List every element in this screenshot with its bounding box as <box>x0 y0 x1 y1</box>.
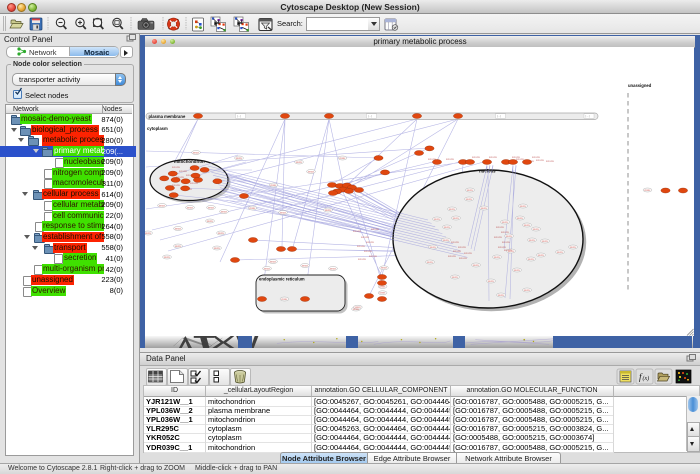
svg-text:xxxxx: xxxxx <box>473 264 480 267</box>
svg-text:xxx.xxx: xxx.xxx <box>366 241 375 244</box>
svg-text:xxx.xxx: xxx.xxx <box>501 231 510 234</box>
svg-text:xxx.xxx: xxx.xxx <box>361 236 370 239</box>
svg-text:xxxxx: xxxxx <box>427 261 434 264</box>
svg-text:xxxxx: xxxxx <box>520 205 527 208</box>
svg-text:xxx.xxx: xxx.xxx <box>179 170 188 173</box>
svg-text:xxxxx: xxxxx <box>644 189 651 192</box>
svg-text:xxx.xxx: xxx.xxx <box>472 156 481 159</box>
svg-text:xxxxx: xxxxx <box>379 292 386 295</box>
svg-text:xxx.xxx: xxx.xxx <box>448 255 457 258</box>
svg-text:[....]: [....] <box>237 115 241 118</box>
svg-text:xxx.xxx: xxx.xxx <box>459 257 468 260</box>
svg-text:endoplasmic reticulum: endoplasmic reticulum <box>259 277 305 282</box>
svg-text:xxxxx: xxxxx <box>449 208 456 211</box>
svg-text:xxxxx: xxxxx <box>528 258 535 261</box>
svg-text:xxx.xxx: xxx.xxx <box>489 156 498 159</box>
svg-text:xxx.xxx: xxx.xxx <box>172 166 181 169</box>
svg-text:xxx.xxx: xxx.xxx <box>546 160 555 163</box>
svg-text:xxxxx: xxxxx <box>467 189 474 192</box>
svg-text:xxxxx: xxxxx <box>488 280 495 283</box>
svg-text:xxxxx: xxxxx <box>296 161 303 164</box>
svg-text:xxxxx: xxxxx <box>159 204 166 207</box>
svg-text:xxxxx: xxxxx <box>308 170 315 173</box>
svg-text:xxx.xxx: xxx.xxx <box>357 245 366 248</box>
svg-text:xxxxx: xxxxx <box>529 239 536 242</box>
svg-text:xxxxx: xxxxx <box>466 198 473 201</box>
svg-text:xxxxx: xxxxx <box>187 206 194 209</box>
svg-text:xxxxx: xxxxx <box>498 294 505 297</box>
svg-text:xxxxx: xxxxx <box>218 232 225 235</box>
svg-text:xxx.xxx: xxx.xxx <box>532 156 541 159</box>
svg-text:xxx.xxx: xxx.xxx <box>358 258 367 261</box>
svg-text:xxxxx: xxxxx <box>453 217 460 220</box>
svg-text:plasma membrane: plasma membrane <box>149 114 186 119</box>
svg-text:[....]: [....] <box>368 115 372 118</box>
svg-text:xxx.xxx: xxx.xxx <box>364 250 373 253</box>
svg-text:xxxxx: xxxxx <box>452 276 459 279</box>
svg-text:xxxxx: xxxxx <box>214 247 221 250</box>
svg-text:xxxxx: xxxxx <box>381 267 388 270</box>
svg-text:xxx.xxx: xxx.xxx <box>512 156 521 159</box>
svg-text:xxx.xxx: xxx.xxx <box>502 241 511 244</box>
svg-text:xxxxx: xxxxx <box>517 217 524 220</box>
svg-text:xxxxx: xxxxx <box>145 232 152 235</box>
svg-text:xxxxx: xxxxx <box>557 251 564 254</box>
svg-text:cytoplasm: cytoplasm <box>147 126 168 131</box>
svg-text:xxxxx: xxxxx <box>481 207 488 210</box>
svg-text:xxxxx: xxxxx <box>270 184 277 187</box>
svg-text:xxxxx: xxxxx <box>379 285 386 288</box>
svg-text:xxxxx: xxxxx <box>506 235 513 238</box>
svg-text:xxxxx: xxxxx <box>533 228 540 231</box>
svg-text:xxxxx: xxxxx <box>330 267 337 270</box>
svg-text:xxxxx: xxxxx <box>302 264 309 267</box>
svg-text:xxx.xxx: xxx.xxx <box>451 241 460 244</box>
svg-text:xxxxx: xxxxx <box>524 224 531 227</box>
svg-text:xxxxx: xxxxx <box>249 207 256 210</box>
svg-text:xxxxx: xxxxx <box>281 298 288 301</box>
svg-text:xxxxx: xxxxx <box>494 256 501 259</box>
svg-text:xxxxx: xxxxx <box>264 267 271 270</box>
svg-text:xxxxx: xxxxx <box>193 151 200 154</box>
svg-text:xxx.xxx: xxx.xxx <box>464 252 473 255</box>
svg-text:xxxxx: xxxxx <box>355 306 362 309</box>
svg-text:xxxxx: xxxxx <box>236 157 243 160</box>
svg-text:xxxxx: xxxxx <box>221 210 228 213</box>
svg-text:xxxxx: xxxxx <box>443 239 450 242</box>
svg-text:xxxxx: xxxxx <box>175 227 182 230</box>
svg-text:xxxxx: xxxxx <box>434 218 441 221</box>
svg-text:xxxxx: xxxxx <box>538 254 545 257</box>
svg-text:xxx.xxx: xxx.xxx <box>453 250 462 253</box>
svg-text:xxxxx: xxxxx <box>207 220 214 223</box>
svg-text:xxx.xxx: xxx.xxx <box>504 249 513 252</box>
svg-text:xxxxx: xxxxx <box>175 245 182 248</box>
svg-text:xxxxx: xxxxx <box>280 211 287 214</box>
svg-text:xxx.xxx: xxx.xxx <box>494 236 503 239</box>
svg-text:xxxxx: xxxxx <box>570 246 577 249</box>
svg-text:xxxxx: xxxxx <box>542 240 549 243</box>
svg-text:[....]: [....] <box>497 115 501 118</box>
svg-text:xxxxx: xxxxx <box>339 157 346 160</box>
svg-text:xxxxx: xxxxx <box>164 256 171 259</box>
svg-text:xxxxx: xxxxx <box>524 289 531 292</box>
svg-text:mitochondrion: mitochondrion <box>174 159 205 164</box>
svg-text:xxx.xxx: xxx.xxx <box>371 228 380 231</box>
svg-text:nucleus: nucleus <box>479 169 496 174</box>
svg-text:xxx.xxx: xxx.xxx <box>536 159 545 162</box>
svg-text:xxx.xxx: xxx.xxx <box>369 255 378 258</box>
svg-text:xxxxx: xxxxx <box>514 269 521 272</box>
svg-text:xxxxx: xxxxx <box>325 209 332 212</box>
svg-text:xxxxx: xxxxx <box>444 226 451 229</box>
svg-text:(x): (x) <box>643 375 650 382</box>
svg-text:[....]: [....] <box>586 115 590 118</box>
svg-text:xxxxx: xxxxx <box>208 206 215 209</box>
svg-text:xxxxx: xxxxx <box>430 246 437 249</box>
svg-text:xxx.xxx: xxx.xxx <box>446 158 455 161</box>
svg-text:xxx.xxx: xxx.xxx <box>458 246 467 249</box>
svg-text:xxxxx: xxxxx <box>502 221 509 224</box>
svg-text:xxxxx: xxxxx <box>270 260 277 263</box>
svg-text:xxx.xxx: xxx.xxx <box>496 226 505 229</box>
svg-text:unassigned: unassigned <box>628 83 652 88</box>
svg-text:xxx.xxx: xxx.xxx <box>353 230 362 233</box>
